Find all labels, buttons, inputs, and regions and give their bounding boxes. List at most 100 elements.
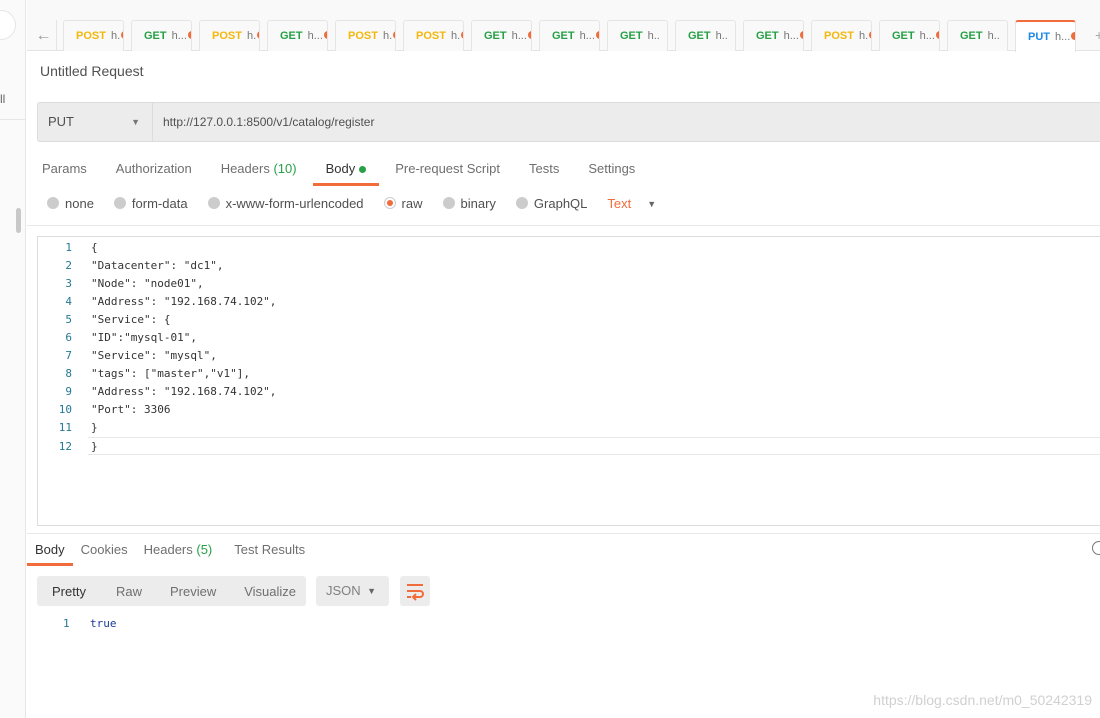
tab-name: h... xyxy=(511,30,527,42)
request-tab[interactable]: POST h. xyxy=(811,20,872,51)
method-select[interactable]: PUT ▼ xyxy=(38,103,153,141)
line-number: 9 xyxy=(65,385,72,398)
unsaved-dot-icon xyxy=(935,31,939,39)
tab-method: GET xyxy=(688,30,711,42)
response-tabs: Body Cookies Headers (5) Test Results xyxy=(27,535,313,566)
request-tab[interactable]: GET h... xyxy=(267,20,328,51)
radio-raw[interactable]: raw xyxy=(383,196,423,211)
tab-test-results[interactable]: Test Results xyxy=(226,535,313,565)
tab-response-body[interactable]: Body xyxy=(27,535,73,566)
tab-body[interactable]: Body xyxy=(312,153,379,186)
request-tab[interactable]: POST h. xyxy=(63,20,124,51)
url-input[interactable]: http://127.0.0.1:8500/v1/catalog/registe… xyxy=(163,103,374,141)
tab-method: POST xyxy=(76,30,106,42)
globe-icon[interactable] xyxy=(1092,541,1100,555)
code-text: "Service": "mysql", xyxy=(91,349,217,362)
request-tab[interactable]: POST h. xyxy=(403,20,464,51)
code-line: 4 "Address": "192.168.74.102", xyxy=(38,293,1100,311)
view-raw[interactable]: Raw xyxy=(101,584,142,599)
sidebar-button[interactable] xyxy=(0,10,16,40)
line-number: 2 xyxy=(65,259,72,272)
scroll-left-arrow-icon[interactable]: ← xyxy=(31,20,57,51)
tab-authorization[interactable]: Authorization xyxy=(116,153,192,185)
unsaved-dot-icon xyxy=(393,31,395,39)
response-value: true xyxy=(90,617,117,630)
tab-params[interactable]: Params xyxy=(42,153,87,185)
tab-name: h. xyxy=(858,30,869,42)
request-tab[interactable]: POST h. xyxy=(335,20,396,51)
tab-settings[interactable]: Settings xyxy=(588,153,635,185)
code-text: { xyxy=(91,241,98,254)
request-tab[interactable]: POST h. xyxy=(199,20,260,51)
divider xyxy=(27,533,1100,534)
tab-method: GET xyxy=(484,30,507,42)
tab-name: h. xyxy=(246,30,257,42)
code-text: "Node": "node01", xyxy=(91,277,204,290)
add-tab-button[interactable]: + xyxy=(1095,20,1100,51)
line-number: 3 xyxy=(65,277,72,290)
tab-label: Headers xyxy=(143,542,193,557)
sidebar-scrollbar[interactable] xyxy=(16,208,21,233)
response-format-select[interactable]: JSON ▼ xyxy=(316,576,389,606)
body-indicator-dot xyxy=(359,166,367,173)
code-line: 11} xyxy=(38,419,1100,437)
radio-none[interactable]: none xyxy=(47,196,94,211)
line-number: 10 xyxy=(58,403,72,416)
request-tab[interactable]: GET h... xyxy=(879,20,940,51)
wrap-lines-button[interactable] xyxy=(400,576,430,606)
radio-urlencoded[interactable]: x-www-form-urlencoded xyxy=(207,196,364,211)
code-line: 10 "Port": 3306 xyxy=(38,401,1100,419)
request-title[interactable]: Untitled Request xyxy=(40,63,144,79)
divider xyxy=(27,225,1100,226)
tab-response-headers[interactable]: Headers (5) xyxy=(136,535,221,565)
headers-count: (5) xyxy=(196,542,213,557)
code-text: "Datacenter": "dc1", xyxy=(91,259,224,272)
watermark: https://blog.csdn.net/m0_50242319 xyxy=(873,692,1092,708)
code-text: "ID":"mysql-01", xyxy=(91,331,197,344)
radio-label: binary xyxy=(460,196,496,211)
radio-icon xyxy=(515,197,528,209)
tab-body-label: Body xyxy=(325,161,356,176)
view-preview[interactable]: Preview xyxy=(155,584,216,599)
request-tab[interactable]: GET h.. xyxy=(947,20,1008,51)
request-tab[interactable]: GET h... xyxy=(131,20,192,51)
body-type-options: none form-data x-www-form-urlencoded raw… xyxy=(47,196,656,211)
tab-tests[interactable]: Tests xyxy=(529,153,559,185)
code-line: 7 "Service": "mysql", xyxy=(38,347,1100,365)
request-tab[interactable]: GET h... xyxy=(539,20,600,51)
view-pretty[interactable]: Pretty xyxy=(37,584,86,599)
line-number: 1 xyxy=(65,241,72,254)
tab-name: h.. xyxy=(647,30,660,42)
request-tab[interactable]: PUT h... xyxy=(1015,20,1076,52)
wrap-icon xyxy=(407,584,424,601)
raw-type-select[interactable]: Text xyxy=(607,196,631,211)
unsaved-dot-icon xyxy=(257,31,259,39)
code-line: 2 "Datacenter": "dc1", xyxy=(38,257,1100,275)
headers-count: (10) xyxy=(273,161,297,176)
tab-name: h.. xyxy=(987,30,1000,42)
tab-name: h... xyxy=(783,30,799,42)
view-visualize[interactable]: Visualize xyxy=(229,584,296,599)
tab-method: GET xyxy=(960,30,983,42)
tab-name: h. xyxy=(382,30,393,42)
response-view-modes: Pretty Raw Preview Visualize xyxy=(37,576,306,606)
radio-label: form-data xyxy=(131,196,188,211)
format-value: JSON xyxy=(326,583,361,598)
radio-form-data[interactable]: form-data xyxy=(113,196,188,211)
chevron-down-icon[interactable]: ▼ xyxy=(647,199,656,209)
request-tab[interactable]: GET h... xyxy=(471,20,532,51)
request-tab[interactable]: GET h... xyxy=(743,20,804,51)
unsaved-dot-icon xyxy=(1071,32,1075,40)
request-tab[interactable]: GET h.. xyxy=(607,20,668,51)
radio-label: GraphQL xyxy=(533,196,588,211)
tab-cookies[interactable]: Cookies xyxy=(73,535,136,565)
radio-icon xyxy=(207,197,220,209)
body-editor[interactable]: 1 {2 "Datacenter": "dc1", 3 "Node": "node01"… xyxy=(37,236,1100,526)
radio-graphql[interactable]: GraphQL xyxy=(515,196,588,211)
request-tab[interactable]: GET h.. xyxy=(675,20,736,51)
code-text: } xyxy=(91,440,98,453)
tab-headers[interactable]: Headers (10) xyxy=(221,153,297,185)
tab-name: h... xyxy=(171,30,187,42)
tab-prerequest-script[interactable]: Pre-request Script xyxy=(395,153,500,185)
radio-binary[interactable]: binary xyxy=(442,196,496,211)
